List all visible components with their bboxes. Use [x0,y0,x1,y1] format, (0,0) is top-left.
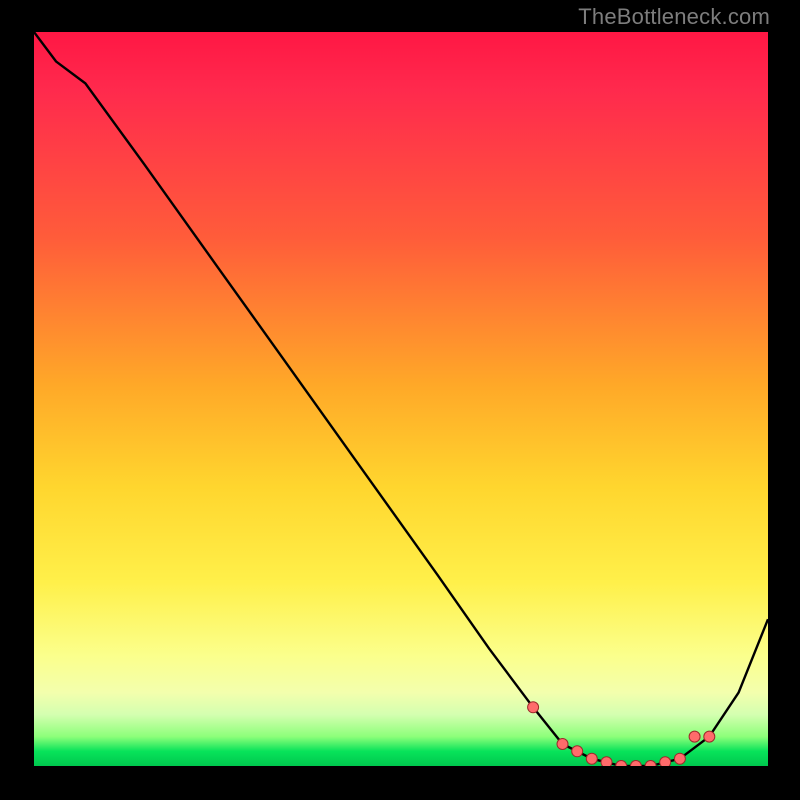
curve-marker [557,739,568,750]
watermark-text: TheBottleneck.com [578,4,770,30]
curve-marker [704,731,715,742]
curve-marker [630,761,641,767]
curve-marker [616,761,627,767]
bottleneck-curve [34,32,768,766]
curve-marker [586,753,597,764]
curve-marker [601,757,612,766]
curve-marker [660,757,671,766]
curve-marker [572,746,583,757]
marker-layer [528,702,715,766]
curve-marker [689,731,700,742]
curve-svg [34,32,768,766]
curve-marker [528,702,539,713]
curve-layer [34,32,768,766]
curve-marker [674,753,685,764]
gradient-plot-area [34,32,768,766]
curve-marker [645,761,656,767]
chart-stage: TheBottleneck.com [0,0,800,800]
